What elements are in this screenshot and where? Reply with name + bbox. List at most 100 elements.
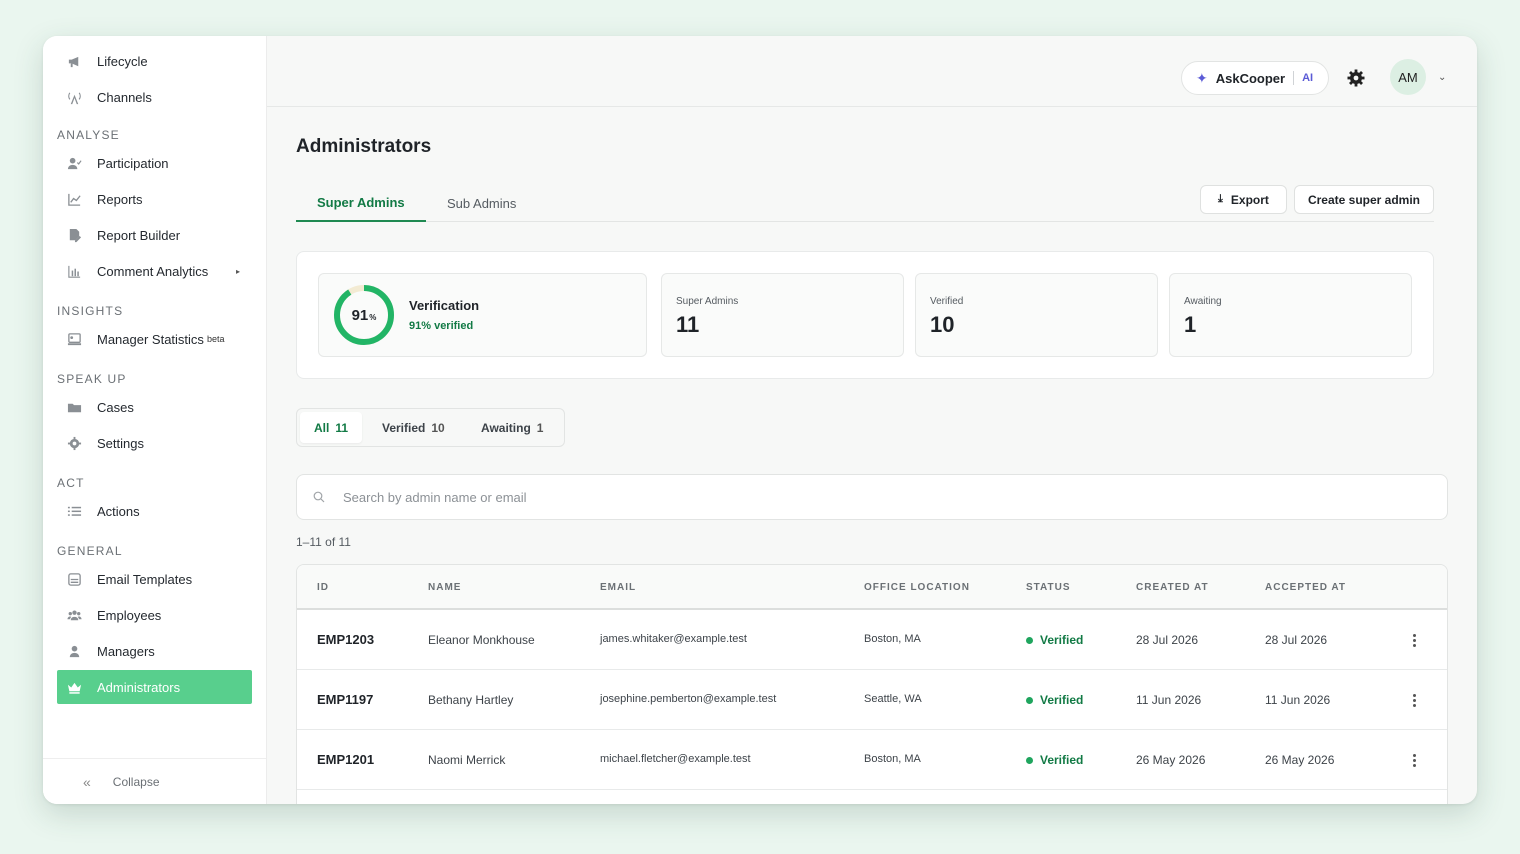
topbar: ✦ AskCooper AI AM ⌄ — [267, 36, 1477, 107]
collapse-label: Collapse — [112, 774, 160, 789]
export-label: Export — [1230, 192, 1269, 207]
ask-cooper-label: AskCooper — [1215, 70, 1286, 86]
settings-gear-icon[interactable] — [1346, 68, 1366, 88]
chevron-down-icon[interactable]: ⌄ — [1438, 72, 1446, 83]
export-button[interactable]: ⤓ Export — [1200, 185, 1287, 214]
sidebar-item-report-builder[interactable]: Report Builder — [57, 218, 252, 252]
main-content: ✦ AskCooper AI AM ⌄ Administrators Super… — [267, 36, 1477, 804]
filter-awaiting[interactable]: Awaiting 1 — [467, 412, 557, 443]
cell-created-at: 11 Jun 2026 — [1136, 693, 1202, 707]
sidebar-item-comment-analytics[interactable]: Comment Analytics ▸ — [57, 254, 252, 288]
stat-value: 1 — [1184, 312, 1197, 337]
cell-location: Boston, MA — [864, 633, 921, 645]
table-row[interactable]: EMP1203 Eleanor Monkhouse james.whitaker… — [297, 610, 1447, 670]
filter-label: Verified — [382, 420, 426, 435]
filter-count: 10 — [431, 420, 445, 435]
status-dot — [1026, 696, 1033, 704]
sidebar-item-label: Report Builder — [97, 227, 181, 243]
column-header-email[interactable]: EMAIL — [600, 582, 636, 593]
cell-accepted-at: 11 Jun 2026 — [1265, 693, 1331, 707]
monitor-icon — [67, 332, 97, 347]
cell-id: EMP1203 — [317, 632, 375, 647]
bar-chart-icon — [67, 264, 97, 279]
row-menu-icon[interactable] — [1406, 690, 1422, 710]
table-header: ID NAME EMAIL OFFICE LOCATION STATUS CRE… — [297, 565, 1447, 610]
cell-accepted-at: 26 May 2026 — [1265, 753, 1335, 767]
sidebar-item-email-templates[interactable]: Email Templates — [57, 562, 252, 596]
sidebar-item-label: Managers — [97, 643, 155, 659]
crown-icon — [67, 680, 97, 695]
row-menu-icon[interactable] — [1406, 630, 1422, 650]
section-label-insights: INSIGHTS — [57, 304, 124, 318]
stat-card-super-admins: Super Admins 11 — [661, 273, 904, 357]
results-count: 1–11 of 11 — [296, 535, 351, 549]
tab-super-admins[interactable]: Super Admins — [296, 184, 426, 222]
file-edit-icon — [67, 228, 97, 243]
column-header-status[interactable]: STATUS — [1026, 582, 1071, 593]
cell-email: james.whitaker@example.test — [600, 633, 747, 645]
row-menu-icon[interactable] — [1406, 750, 1422, 770]
stat-label: Super Admins — [676, 296, 739, 307]
status-label: Verified — [1040, 693, 1084, 707]
sidebar-item-label: Lifecycle — [97, 53, 148, 69]
sidebar-item-label: Employees — [97, 607, 162, 623]
section-label-analyse: ANALYSE — [57, 128, 120, 142]
status-label: Verified — [1040, 753, 1084, 767]
sidebar-item-participation[interactable]: Participation — [57, 146, 252, 180]
status-filter-group: All 11 Verified 10 Awaiting 1 — [296, 408, 565, 447]
column-header-created-at[interactable]: CREATED AT — [1136, 582, 1209, 593]
ai-badge: AI — [1302, 72, 1314, 84]
search-input[interactable] — [343, 489, 1243, 505]
expand-arrow-icon[interactable]: ▸ — [236, 267, 240, 276]
cell-id: EMP1201 — [317, 752, 375, 767]
line-chart-icon — [67, 192, 97, 207]
gear-icon — [67, 436, 97, 451]
cell-id: EMP1197 — [317, 692, 374, 707]
user-check-icon — [67, 156, 97, 171]
sidebar-item-manager-statistics[interactable]: Manager Statistics beta — [57, 322, 252, 356]
column-header-id[interactable]: ID — [317, 582, 329, 593]
section-label-general: GENERAL — [57, 544, 123, 558]
filter-verified[interactable]: Verified 10 — [368, 412, 459, 443]
sidebar-item-channels[interactable]: Channels — [57, 80, 252, 114]
sidebar-item-label: Actions — [97, 503, 140, 519]
admins-table: ID NAME EMAIL OFFICE LOCATION STATUS CRE… — [296, 564, 1448, 804]
sidebar-item-label: Manager Statistics — [97, 331, 204, 347]
sidebar-item-settings[interactable]: Settings — [57, 426, 252, 460]
user-icon — [67, 644, 97, 659]
sidebar-item-lifecycle[interactable]: Lifecycle — [57, 44, 252, 78]
sidebar-item-cases[interactable]: Cases — [57, 390, 252, 424]
table-row[interactable]: EMP1201 Naomi Merrick michael.fletcher@e… — [297, 730, 1447, 790]
app-window: Lifecycle Channels ANALYSE Participation… — [43, 36, 1477, 804]
ask-cooper-button[interactable]: ✦ AskCooper AI — [1181, 61, 1329, 95]
create-super-admin-button[interactable]: Create super admin — [1294, 185, 1434, 214]
column-header-accepted-at[interactable]: ACCEPTED AT — [1265, 582, 1346, 593]
column-header-office-location[interactable]: OFFICE LOCATION — [864, 582, 970, 593]
sidebar-item-administrators[interactable]: Administrators — [57, 670, 252, 704]
search-box — [296, 474, 1448, 520]
folder-icon — [67, 400, 97, 415]
double-chevron-left-icon: « — [83, 773, 91, 790]
sidebar-item-label: Reports — [97, 191, 143, 207]
search-icon — [313, 491, 325, 503]
cell-name: Naomi Merrick — [428, 753, 506, 767]
sidebar: Lifecycle Channels ANALYSE Participation… — [43, 36, 267, 804]
avatar[interactable]: AM — [1390, 59, 1426, 95]
collapse-sidebar-button[interactable]: « Collapse — [43, 758, 266, 804]
sidebar-item-managers[interactable]: Managers — [57, 634, 252, 668]
sidebar-item-actions[interactable]: Actions — [57, 494, 252, 528]
verification-percent-value: 91 — [351, 306, 369, 324]
tab-sub-admins[interactable]: Sub Admins — [426, 184, 537, 222]
verification-percent: 91% — [333, 284, 395, 346]
cell-name: Bethany Hartley — [428, 693, 514, 707]
table-row[interactable]: EMP1197 Bethany Hartley josephine.pember… — [297, 670, 1447, 730]
sparkle-icon: ✦ — [1196, 69, 1208, 86]
sidebar-item-label: Channels — [97, 89, 152, 105]
cell-location: Boston, MA — [864, 753, 921, 765]
percent-sign: % — [369, 312, 377, 322]
filter-all[interactable]: All 11 — [300, 412, 363, 443]
sidebar-item-employees[interactable]: Employees — [57, 598, 252, 632]
sidebar-item-reports[interactable]: Reports — [57, 182, 252, 216]
status-dot — [1026, 636, 1033, 644]
column-header-name[interactable]: NAME — [428, 582, 461, 593]
